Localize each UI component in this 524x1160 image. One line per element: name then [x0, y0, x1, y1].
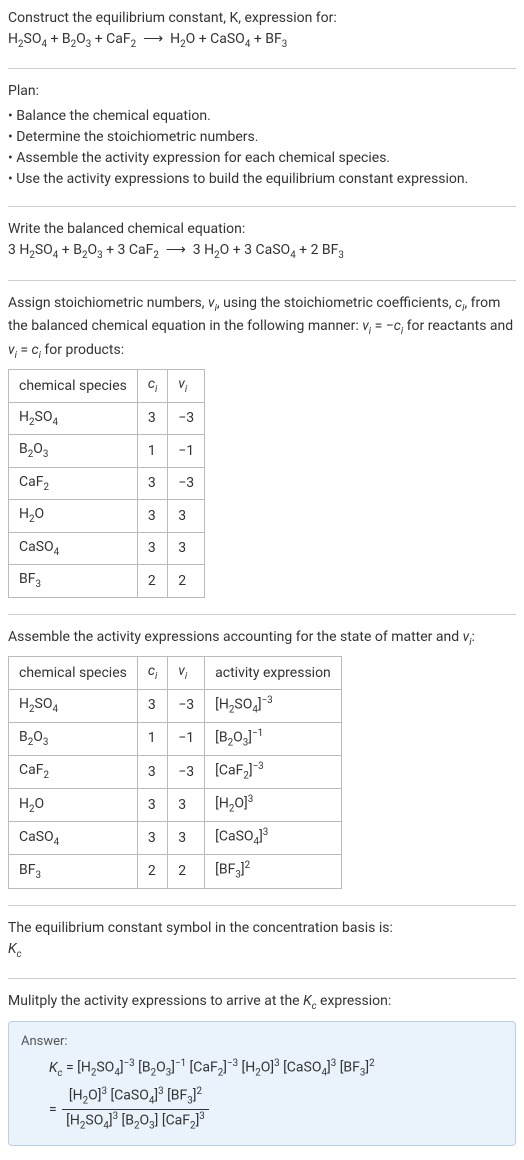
table-row: BF322 [9, 565, 205, 597]
plan-list: Balance the chemical equation. Determine… [8, 106, 516, 190]
cell-c: 1 [137, 435, 167, 467]
cell-species: BF3 [9, 565, 138, 597]
cell-v: −3 [168, 402, 205, 434]
plan-item: Assemble the activity expression for eac… [8, 148, 516, 169]
cell-v: 2 [168, 855, 205, 888]
col-v: νi [168, 657, 205, 689]
cell-c: 3 [137, 532, 167, 564]
activity-table: chemical species ci νi activity expressi… [8, 656, 342, 888]
cell-species: H2SO4 [9, 402, 138, 434]
cell-v: 3 [168, 822, 205, 855]
cell-species: H2SO4 [9, 689, 138, 722]
cell-c: 2 [137, 855, 167, 888]
table-row: CaF23−3 [9, 467, 205, 499]
cell-species: BF3 [9, 855, 138, 888]
cell-activity: [H2O]3 [205, 789, 342, 822]
cell-c: 3 [137, 467, 167, 499]
table-row: H2O33[H2O]3 [9, 789, 342, 822]
col-activity: activity expression [205, 657, 342, 689]
cell-species: H2O [9, 789, 138, 822]
balanced-equation: 3 H2SO4 + B2O3 + 3 CaF2 ⟶ 3 H2O + 3 CaSO… [8, 240, 516, 263]
table-row: H2SO43−3 [9, 402, 205, 434]
answer-box: Answer: Kc = [H2SO4]−3 [B2O3]−1 [CaF2]−3… [8, 1021, 516, 1146]
table-row: CaF23−3[CaF2]−3 [9, 756, 342, 789]
table-header-row: chemical species ci νi [9, 370, 205, 402]
fraction: [H2O]3 [CaSO4]3 [BF3]2 [H2SO4]3 [B2O3] [… [62, 1085, 209, 1134]
fraction-denominator: [H2SO4]3 [B2O3] [CaF2]3 [62, 1110, 209, 1134]
col-c: ci [137, 370, 167, 402]
balanced-section: Write the balanced chemical equation: 3 … [8, 206, 516, 269]
cell-c: 3 [137, 689, 167, 722]
cell-v: −3 [168, 756, 205, 789]
cell-activity: [CaSO4]3 [205, 822, 342, 855]
cell-activity: [CaF2]−3 [205, 756, 342, 789]
cell-v: 3 [168, 532, 205, 564]
plan-section: Plan: Balance the chemical equation. Det… [8, 68, 516, 196]
cell-activity: [B2O3]−1 [205, 722, 342, 755]
col-v: νi [168, 370, 205, 402]
plan-item: Balance the chemical equation. [8, 106, 516, 127]
cell-species: B2O3 [9, 435, 138, 467]
cell-c: 3 [137, 500, 167, 532]
intro-line: Construct the equilibrium constant, K, e… [8, 8, 516, 29]
table-row: CaSO433[CaSO4]3 [9, 822, 342, 855]
table-row: B2O31−1 [9, 435, 205, 467]
equals-prefix: = [49, 1102, 60, 1118]
table-row: CaSO433 [9, 532, 205, 564]
plan-item: Determine the stoichiometric numbers. [8, 127, 516, 148]
cell-v: −1 [168, 435, 205, 467]
answer-fraction-line: = [H2O]3 [CaSO4]3 [BF3]2 [H2SO4]3 [B2O3]… [49, 1085, 503, 1134]
col-species: chemical species [9, 657, 138, 689]
cell-activity: [BF3]2 [205, 855, 342, 888]
plan-item: Use the activity expressions to build th… [8, 169, 516, 190]
cell-species: H2O [9, 500, 138, 532]
col-c: ci [137, 657, 167, 689]
answer-label: Answer: [21, 1032, 503, 1052]
ksymbol-value: Kc [8, 939, 516, 962]
final-heading: Mulitply the activity expressions to arr… [8, 991, 516, 1014]
activity-section: Assemble the activity expressions accoun… [8, 614, 516, 895]
cell-v: −3 [168, 467, 205, 499]
balanced-heading: Write the balanced chemical equation: [8, 219, 516, 240]
col-species: chemical species [9, 370, 138, 402]
cell-c: 3 [137, 756, 167, 789]
ksymbol-line: The equilibrium constant symbol in the c… [8, 918, 516, 939]
plan-heading: Plan: [8, 81, 516, 102]
cell-v: 3 [168, 500, 205, 532]
cell-c: 3 [137, 402, 167, 434]
cell-species: B2O3 [9, 722, 138, 755]
ksymbol-section: The equilibrium constant symbol in the c… [8, 905, 516, 968]
cell-v: 3 [168, 789, 205, 822]
intro-equation: H2SO4 + B2O3 + CaF2 ⟶ H2O + CaSO4 + BF3 [8, 29, 516, 52]
intro-section: Construct the equilibrium constant, K, e… [8, 8, 516, 58]
activity-heading: Assemble the activity expressions accoun… [8, 627, 516, 650]
cell-c: 3 [137, 822, 167, 855]
final-section: Mulitply the activity expressions to arr… [8, 978, 516, 1151]
table-row: B2O31−1[B2O3]−1 [9, 722, 342, 755]
cell-v: −1 [168, 722, 205, 755]
answer-expression-line: Kc = [H2SO4]−3 [B2O3]−1 [CaF2]−3 [H2O]3 … [49, 1057, 503, 1081]
cell-c: 3 [137, 789, 167, 822]
stoich-heading: Assign stoichiometric numbers, νi, using… [8, 293, 516, 363]
table-row: H2O33 [9, 500, 205, 532]
table-row: H2SO43−3[H2SO4]−3 [9, 689, 342, 722]
cell-species: CaF2 [9, 756, 138, 789]
cell-c: 1 [137, 722, 167, 755]
table-header-row: chemical species ci νi activity expressi… [9, 657, 342, 689]
cell-species: CaF2 [9, 467, 138, 499]
stoich-table: chemical species ci νi H2SO43−3 B2O31−1 … [8, 369, 205, 597]
cell-activity: [H2SO4]−3 [205, 689, 342, 722]
cell-v: 2 [168, 565, 205, 597]
cell-c: 2 [137, 565, 167, 597]
cell-species: CaSO4 [9, 532, 138, 564]
cell-species: CaSO4 [9, 822, 138, 855]
stoich-section: Assign stoichiometric numbers, νi, using… [8, 280, 516, 604]
cell-v: −3 [168, 689, 205, 722]
table-row: BF322[BF3]2 [9, 855, 342, 888]
